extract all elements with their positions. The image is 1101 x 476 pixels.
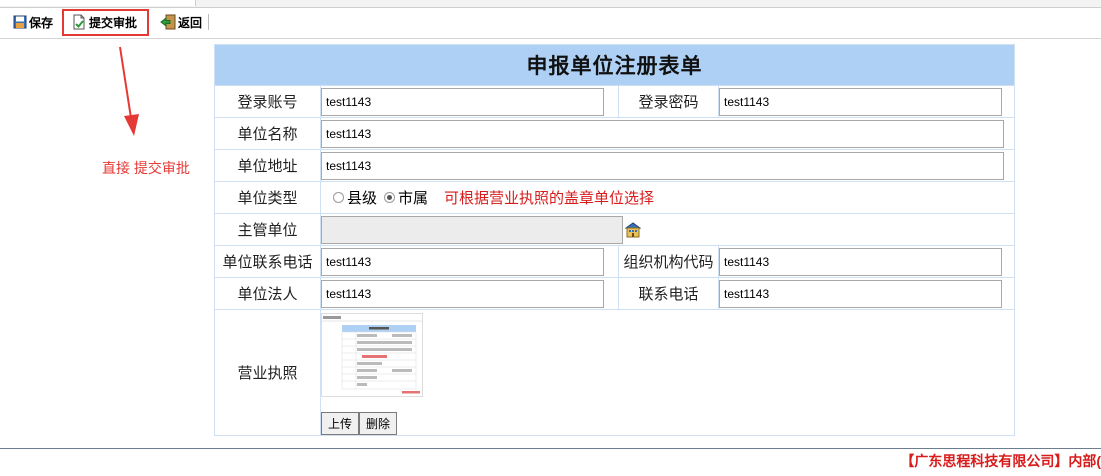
license-thumbnail (321, 313, 423, 397)
annotation-note: 直接 提交审批 (102, 160, 190, 176)
login-account-input[interactable] (321, 87, 604, 116)
contact-phone-input[interactable] (321, 247, 604, 276)
org-code-label: 组织机构代码 (618, 245, 719, 278)
save-icon (13, 15, 27, 29)
unit-type-hint: 可根据营业执照的盖章单位选择 (444, 190, 655, 207)
legal-person-input[interactable] (321, 279, 604, 308)
radio-city-label[interactable]: 市属 (398, 187, 428, 208)
login-password-label: 登录密码 (618, 85, 719, 118)
license-preview-image (322, 314, 422, 396)
unit-address-input[interactable] (321, 151, 1004, 180)
login-password-input[interactable] (719, 87, 1002, 116)
unit-name-label: 单位名称 (214, 117, 321, 150)
back-icon (160, 14, 176, 30)
radio-city[interactable] (384, 192, 396, 203)
building-picker-icon[interactable] (625, 221, 641, 238)
unit-type-label: 单位类型 (214, 181, 321, 214)
supervisor-picker (321, 215, 1014, 244)
form-title: 申报单位注册表单 (214, 44, 1015, 86)
license-label: 营业执照 (214, 309, 321, 436)
login-account-label: 登录账号 (214, 85, 321, 118)
radio-county-label[interactable]: 县级 (347, 187, 377, 208)
toolbar: 保存 提交审批 返回 (0, 8, 1101, 39)
contact-phone-label: 单位联系电话 (214, 245, 321, 278)
back-button[interactable]: 返回 (160, 12, 202, 32)
footer-company: 【广东思程科技有限公司】内部( (900, 453, 1101, 469)
top-tab-strip (0, 0, 1101, 8)
back-label: 返回 (178, 15, 203, 30)
annotation-arrow-icon (119, 46, 139, 136)
unit-name-input[interactable] (321, 119, 1004, 148)
footer-divider (0, 448, 1101, 449)
phone-input[interactable] (719, 279, 1002, 308)
upload-button[interactable]: 上传 (321, 412, 360, 435)
highlight-box (62, 9, 149, 36)
active-tab[interactable] (0, 0, 196, 6)
phone-label: 联系电话 (618, 277, 719, 310)
supervisor-input (321, 215, 623, 244)
save-label: 保存 (29, 15, 54, 30)
unit-address-label: 单位地址 (214, 149, 321, 182)
legal-person-label: 单位法人 (214, 277, 321, 310)
delete-button[interactable]: 删除 (359, 412, 398, 435)
unit-type-radio-group: 县级 市属 可根据营业执照的盖章单位选择 (321, 187, 1014, 208)
radio-county[interactable] (333, 192, 344, 203)
toolbar-separator (208, 14, 209, 30)
supervisor-label: 主管单位 (214, 213, 321, 246)
registration-form: 申报单位注册表单 登录账号 登录密码 单位名称 单位地址 单位类型 县级 市属 … (214, 44, 1015, 436)
org-code-input[interactable] (719, 247, 1002, 276)
save-button[interactable]: 保存 (13, 12, 53, 32)
